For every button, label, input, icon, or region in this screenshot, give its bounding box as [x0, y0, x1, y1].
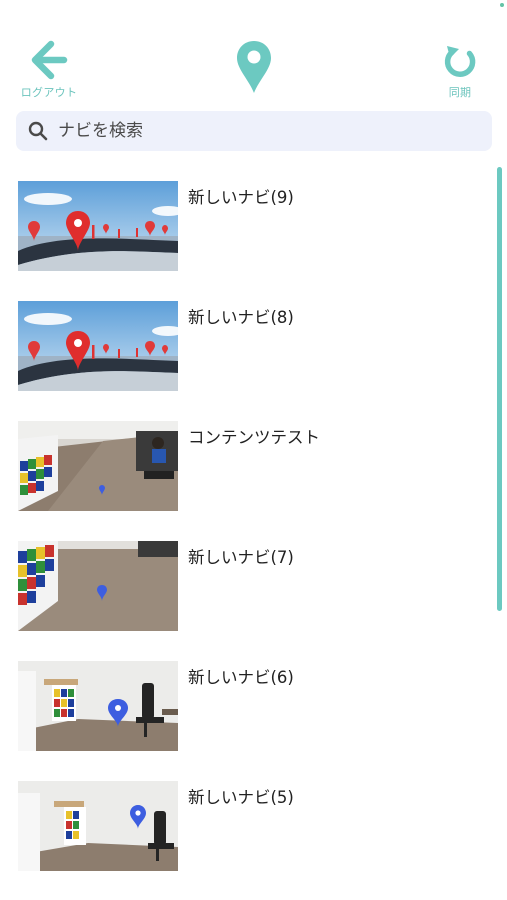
thumbnail-image — [18, 181, 178, 271]
item-title: 新しいナビ(8) — [188, 308, 294, 327]
list-item[interactable]: 新しいナビ(8) — [18, 301, 488, 391]
list-item[interactable]: 新しいナビ(9) — [18, 181, 488, 271]
list-item[interactable]: 新しいナビ(6) — [18, 661, 488, 751]
item-title: 新しいナビ(7) — [188, 548, 294, 567]
logout-button[interactable]: ログアウト — [14, 40, 84, 102]
refresh-icon — [444, 46, 476, 77]
list-item[interactable]: 新しいナビ(7) — [18, 541, 488, 631]
arrow-left-icon — [31, 40, 68, 80]
search-input[interactable] — [58, 121, 478, 141]
thumbnail-image — [18, 661, 178, 751]
navi-list: 新しいナビ(9) 新しいナビ(8) コンテンツテスト 新しいナビ(7) 新しいナ… — [0, 160, 507, 900]
thumbnail-image — [18, 781, 178, 871]
logout-label: ログアウト — [20, 86, 78, 99]
scrollbar[interactable] — [497, 167, 502, 611]
thumbnail-image — [18, 301, 178, 391]
thumbnail-image — [18, 541, 178, 631]
sync-label: 同期 — [448, 86, 472, 99]
map-pin-icon — [237, 41, 271, 93]
item-title: 新しいナビ(9) — [188, 188, 294, 207]
app-screen: ログアウト 同期 ナビを検索 新しいナビ(9) 新しいナビ(8) コンテンツテス… — [0, 0, 507, 900]
list-item[interactable]: コンテンツテスト — [18, 421, 488, 511]
item-title: 新しいナビ(6) — [188, 668, 294, 687]
item-title: コンテンツテスト — [188, 428, 320, 447]
item-title: 新しいナビ(5) — [188, 788, 294, 807]
sync-button[interactable]: 同期 — [430, 44, 490, 102]
list-item[interactable]: 新しいナビ(5) — [18, 781, 488, 871]
search-bar[interactable] — [16, 111, 492, 151]
header: ログアウト 同期 — [0, 0, 507, 110]
search-icon — [28, 121, 48, 141]
thumbnail-image — [18, 421, 178, 511]
